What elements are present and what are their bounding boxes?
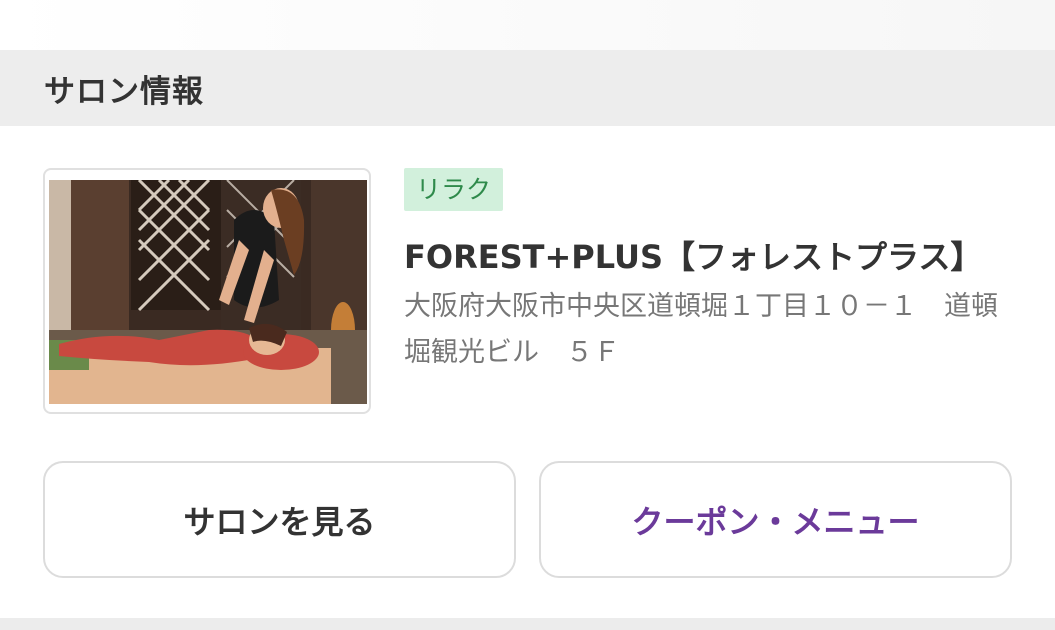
salon-photo[interactable] <box>43 168 371 414</box>
salon-name[interactable]: FOREST+PLUS【フォレストプラス】 <box>404 232 982 278</box>
section-header: サロン情報 <box>0 50 1055 126</box>
massage-photo-illustration <box>49 180 367 404</box>
top-spacer <box>0 0 1055 50</box>
view-salon-button[interactable]: サロンを見る <box>43 461 516 578</box>
salon-address: 大阪府大阪市中央区道頓堀１丁目１０－１ 道頓堀観光ビル ５Ｆ <box>404 291 998 368</box>
section-title: サロン情報 <box>44 73 204 110</box>
category-badge: リラク <box>404 168 504 211</box>
coupon-menu-button[interactable]: クーポン・メニュー <box>539 461 1012 578</box>
bottom-divider <box>0 618 1055 630</box>
